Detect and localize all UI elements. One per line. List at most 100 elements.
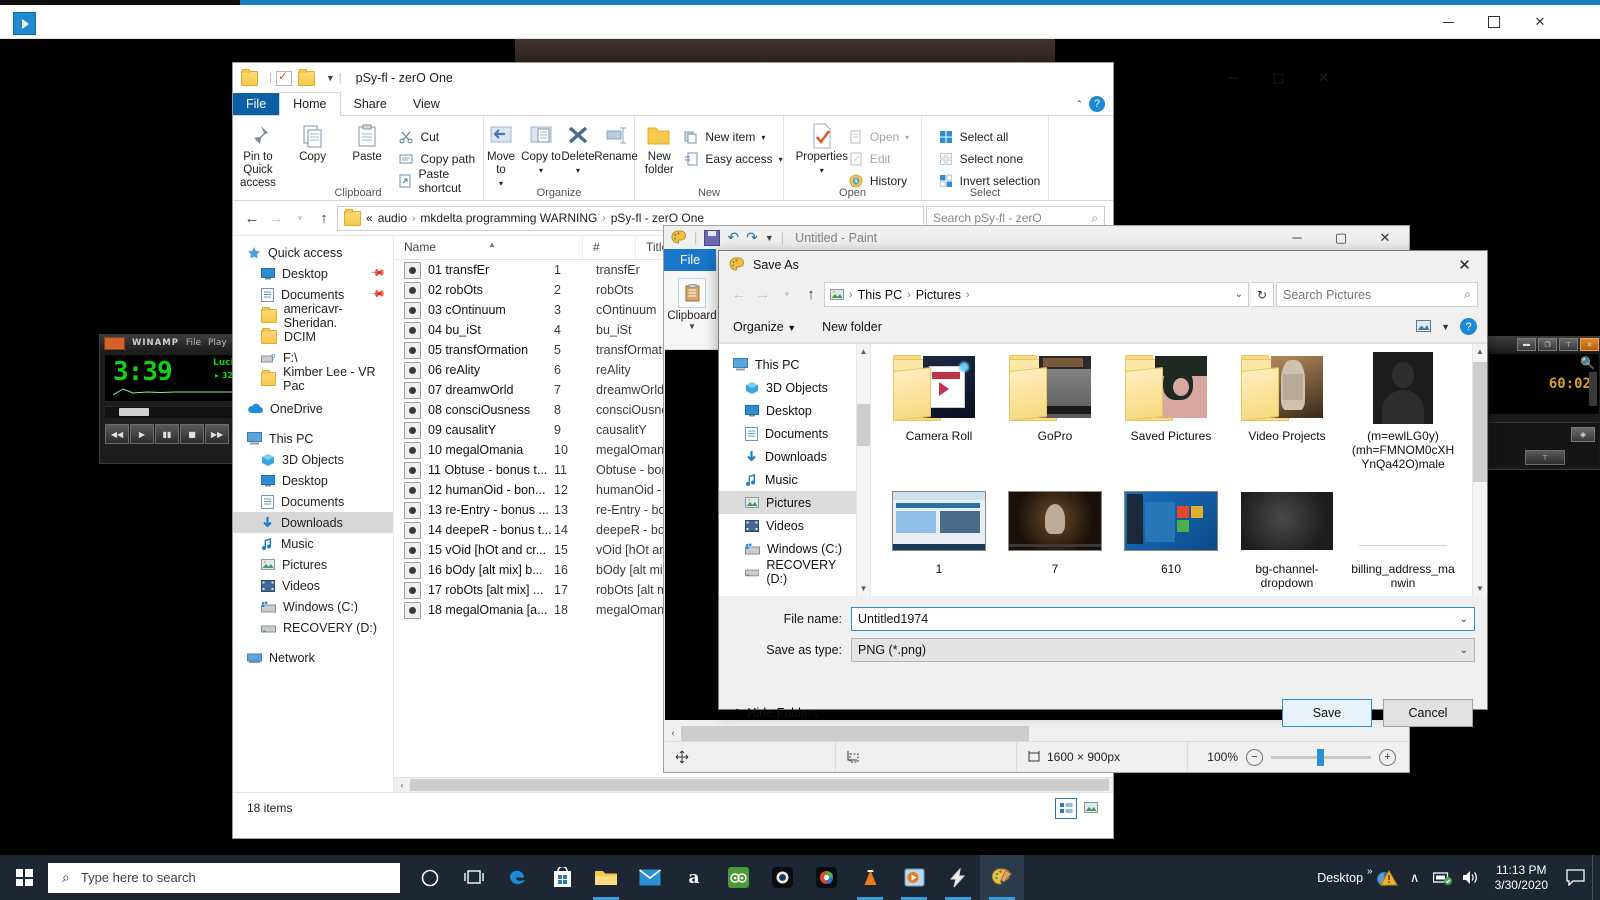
nav-pane-scrollbar[interactable]: ▲ ▼ <box>857 344 871 596</box>
sidebar-item-desktop[interactable]: Desktop <box>719 399 856 422</box>
microsoft-store-icon[interactable] <box>540 855 584 900</box>
dialog-titlebar[interactable]: Save As ✕ <box>719 251 1487 278</box>
large-icons-view-icon[interactable] <box>1081 798 1101 817</box>
winamp-playlist-titlebar[interactable]: ▬ ❐ ⊤ ✕ <box>1487 337 1600 352</box>
dialog-navigation-pane[interactable]: This PC 3D Objects Desktop Documents Dow… <box>719 344 857 596</box>
copy-button[interactable]: Copy <box>285 121 340 164</box>
hide-folders-button[interactable]: ⌃ Hide Folders <box>733 706 818 720</box>
minimize-icon[interactable]: ─ <box>1211 63 1256 92</box>
maximize-icon[interactable] <box>1471 9 1517 35</box>
list-item[interactable]: GoPro <box>997 352 1113 471</box>
amazon-icon[interactable]: a <box>672 855 716 900</box>
sidebar-item-kimber-lee[interactable]: Kimber Lee - VR Pac <box>233 365 393 393</box>
chevron-up-icon[interactable]: ∧ <box>1401 855 1429 900</box>
sidebar-item-3d-objects[interactable]: 3D Objects <box>719 376 856 399</box>
tab-home[interactable]: Home <box>279 92 341 116</box>
easy-access-button[interactable]: Easy access ▾ <box>683 150 783 168</box>
maximize-icon[interactable]: ▢ <box>1256 63 1301 92</box>
refresh-icon[interactable]: ↻ <box>1251 282 1274 307</box>
breadcrumb-this-pc[interactable]: This PC <box>858 288 902 302</box>
properties-icon[interactable] <box>275 69 292 86</box>
zoom-controls[interactable]: 100% − + <box>1207 748 1408 766</box>
dialog-address-input[interactable]: › This PC › Pictures › ⌄ <box>824 282 1249 307</box>
shade-icon[interactable]: ⊤ <box>1559 338 1578 351</box>
sidebar-item-recovery-d[interactable]: RECOVERY (D:) <box>719 558 856 586</box>
dialog-search-input[interactable]: Search Pictures ⌕ <box>1276 282 1478 307</box>
forward-arrow-icon[interactable]: → <box>265 207 287 229</box>
next-icon[interactable]: ▶▶ <box>205 424 229 444</box>
scroll-down-icon[interactable]: ▼ <box>857 581 870 596</box>
customize-icon[interactable]: ▼ <box>765 233 774 243</box>
tab-file[interactable]: File <box>664 249 717 271</box>
breadcrumb-audio[interactable]: audio <box>378 211 407 225</box>
chevron-down-icon[interactable]: ⌄ <box>1460 614 1468 625</box>
select-none-button[interactable]: Select none <box>938 150 1041 168</box>
chevron-down-icon[interactable]: ▾ <box>779 155 783 164</box>
chevron-down-icon[interactable]: ▾ <box>539 164 543 177</box>
pin-to-quick-access-button[interactable]: Pin to Quick access <box>231 121 286 190</box>
search-icon[interactable]: 🔍 <box>1580 356 1595 370</box>
chevron-down-icon[interactable]: ▼ <box>688 322 696 331</box>
chevron-down-icon[interactable]: ▾ <box>905 133 909 142</box>
scroll-up-icon[interactable]: ▲ <box>857 344 870 359</box>
delete-button[interactable]: Delete ▾ <box>561 121 595 177</box>
sidebar-item-dcim[interactable]: DCIM <box>233 326 393 347</box>
paint-titlebar[interactable]: | ↶ ↷ ▼ | Untitled - Paint ─ ▢ ✕ <box>664 226 1409 249</box>
new-folder-button[interactable]: New folder <box>635 121 683 177</box>
edge-icon[interactable] <box>496 855 540 900</box>
list-item[interactable]: billing_address_manwin <box>1345 485 1461 590</box>
search-icon[interactable]: ⌕ <box>1464 287 1471 302</box>
play-icon[interactable]: ▶ <box>130 424 154 444</box>
chevron-down-icon[interactable]: ▾ <box>820 164 824 177</box>
scroll-down-icon[interactable]: ▼ <box>1473 581 1487 596</box>
sidebar-item-documents[interactable]: Documents <box>719 422 856 445</box>
chevron-down-icon[interactable]: ▼ <box>1441 322 1450 332</box>
close-icon[interactable]: ✕ <box>1517 9 1563 35</box>
search-input[interactable]: ⌕ Type here to search <box>48 862 400 893</box>
sidebar-item-pictures[interactable]: Pictures <box>233 554 393 575</box>
copy-path-button[interactable]: Copy path <box>398 150 485 168</box>
scroll-left-icon[interactable]: ‹ <box>394 780 410 790</box>
cancel-button[interactable]: Cancel <box>1383 699 1473 727</box>
show-desktop-button[interactable] <box>1592 855 1600 900</box>
tab-file[interactable]: File <box>233 93 280 115</box>
sidebar-item-desktop-pc[interactable]: Desktop <box>233 470 393 491</box>
zoom-out-icon[interactable]: − <box>1246 748 1263 766</box>
search-icon[interactable]: ⌕ <box>1091 211 1098 226</box>
sidebar-item-downloads[interactable]: Downloads <box>233 512 393 533</box>
minimize-icon[interactable]: ▬ <box>1517 338 1536 351</box>
sidebar-item-desktop[interactable]: Desktop 📌 <box>233 263 393 284</box>
color-app-icon[interactable] <box>804 855 848 900</box>
pin-icon[interactable]: 📌 <box>368 286 385 303</box>
minimize-icon[interactable] <box>1425 9 1471 35</box>
clipboard-group[interactable]: Clipboard ▼ <box>664 271 721 356</box>
previous-icon[interactable]: ◀◀ <box>105 424 129 444</box>
new-folder-button[interactable]: New folder <box>822 320 882 334</box>
column-header-name[interactable]: Name ▲ <box>394 236 583 259</box>
pin-icon[interactable]: 📌 <box>368 265 385 282</box>
save-button[interactable]: Save <box>1282 699 1372 727</box>
winamp-volume-knob[interactable] <box>119 408 149 416</box>
close-icon[interactable]: ✕ <box>1301 63 1346 92</box>
start-button[interactable] <box>0 855 48 900</box>
close-icon[interactable]: ✕ <box>1580 338 1599 351</box>
scrollbar-thumb[interactable] <box>410 779 1109 791</box>
list-item[interactable]: 1 <box>881 485 997 590</box>
clock[interactable]: 11:13 PM 3/30/2020 <box>1485 855 1558 900</box>
tab-view[interactable]: View <box>400 93 453 115</box>
new-folder-icon[interactable] <box>297 68 315 86</box>
dialog-navigation-bar[interactable]: ← → ▾ ↑ › This PC › Pictures › ⌄ ↻ Searc… <box>719 278 1487 311</box>
taskbar-pinned-apps[interactable]: a <box>408 855 1024 900</box>
move-to-button[interactable]: Move to ▾ <box>481 121 521 190</box>
explorer-ribbon-tabs[interactable]: File Home Share View ⌃ ? <box>233 92 1113 116</box>
mail-icon[interactable] <box>628 855 672 900</box>
view-icon[interactable] <box>1416 320 1432 333</box>
toolbar-right-group[interactable]: ▼ ? <box>1416 318 1477 335</box>
save-as-dialog[interactable]: Save As ✕ ← → ▾ ↑ › This PC › Pictures ›… <box>718 250 1488 727</box>
zoom-in-icon[interactable]: + <box>1379 748 1396 766</box>
zoom-slider-thumb[interactable] <box>1317 748 1324 766</box>
explorer-ribbon[interactable]: Pin to Quick access Copy Paste Cut Copy … <box>233 116 1113 201</box>
tab-share[interactable]: Share <box>341 93 400 115</box>
chevron-down-icon[interactable]: ⌄ <box>1235 289 1243 300</box>
collapse-ribbon-icon[interactable]: ⌃ <box>1075 99 1083 110</box>
